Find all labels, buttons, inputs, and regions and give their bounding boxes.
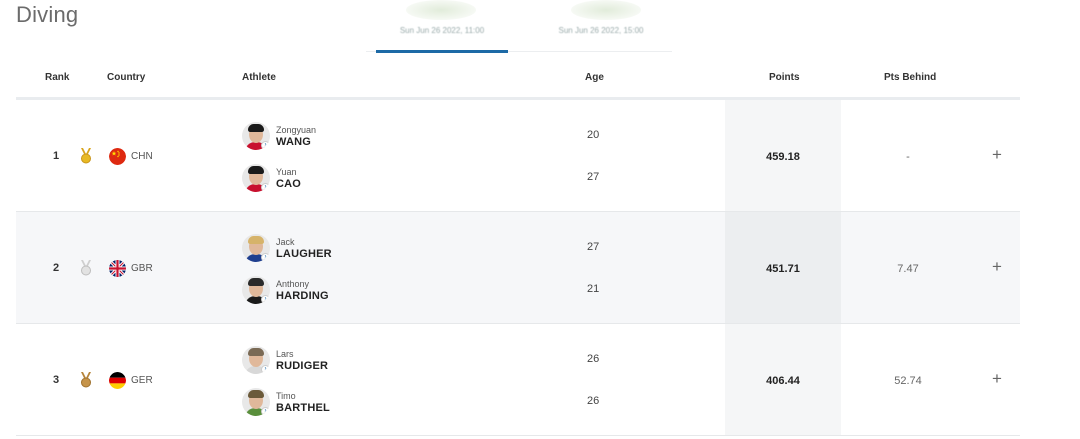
country-code: CHN [131,151,153,162]
uk-flag-icon [109,260,126,277]
athlete-last-name: RUDIGER [276,360,329,372]
athlete-last-name: HARDING [276,290,329,302]
tab-label: Sun Jun 26 2022, 15:00 [558,26,644,35]
rank: 2 [53,262,60,274]
points-value: 451.71 [766,263,800,275]
table-row[interactable]: 3 GER › Lars RUDIGER › Timo BARTHEL 26 2… [16,324,1020,436]
table-row[interactable]: 1 CHN › Zongyuan WANG › Yuan CAO 20 27 4… [16,100,1020,212]
pts-behind-value: 52.74 [894,375,922,387]
header-athlete: Athlete [242,72,276,83]
athlete-entry[interactable]: › Lars RUDIGER [242,346,482,376]
athlete-age: 26 [587,353,600,365]
expand-row-button[interactable]: + [989,145,1005,165]
link-icon: › [261,295,270,304]
expand-row-button[interactable]: + [989,257,1005,277]
athlete-age: 21 [587,283,600,295]
athlete-first-name: Zongyuan [276,125,317,135]
session-tabs: Sun Jun 26 2022, 11:00 Sun Jun 26 2022, … [366,0,672,53]
athlete-avatar: › [242,122,270,150]
tab-label: Sun Jun 26 2022, 11:00 [399,26,485,35]
link-icon: › [261,407,270,416]
silver-medal-icon [81,260,91,276]
athlete-last-name: CAO [276,178,302,190]
athlete-avatar: › [242,346,270,374]
athlete-age: 26 [587,395,600,407]
rank: 1 [53,150,60,162]
athlete-first-name: Timo [276,391,296,401]
athlete-last-name: LAUGHER [276,248,332,260]
athlete-first-name: Lars [276,349,294,359]
athlete-age: 27 [587,241,600,253]
athlete-first-name: Anthony [276,279,310,289]
germany-flag-icon [109,372,126,389]
tab-session-1[interactable]: Sun Jun 26 2022, 11:00 [376,0,508,53]
bronze-medal-icon [81,372,91,388]
athlete-last-name: BARTHEL [276,402,330,414]
table-row[interactable]: 2 GBR › Jack LAUGHER › Anthony HARDING 2… [16,212,1020,324]
link-icon: › [261,253,270,262]
athlete-entry[interactable]: › Zongyuan WANG [242,122,482,152]
expand-row-button[interactable]: + [989,369,1005,389]
gold-medal-icon [81,148,91,164]
pts-behind-value: 7.47 [897,263,919,275]
athlete-first-name: Jack [276,237,295,247]
header-points: Points [769,72,800,83]
china-flag-icon [109,148,126,165]
athlete-age: 20 [587,129,600,141]
link-icon: › [261,141,270,150]
link-icon: › [261,365,270,374]
athlete-first-name: Yuan [276,167,297,177]
country-code: GER [131,375,153,386]
link-icon: › [261,183,270,192]
header-country: Country [107,72,146,83]
tab-session-2[interactable]: Sun Jun 26 2022, 15:00 [536,0,666,52]
athlete-entry[interactable]: › Jack LAUGHER [242,234,482,264]
athlete-avatar: › [242,164,270,192]
points-value: 459.18 [766,151,800,163]
page-title: Diving [16,2,79,27]
athlete-entry[interactable]: › Timo BARTHEL [242,388,482,418]
results-table: Rank Country Athlete Age Points Pts Behi… [16,52,1020,436]
rank: 3 [53,374,60,386]
athlete-avatar: › [242,388,270,416]
athlete-avatar: › [242,276,270,304]
header-pts-behind: Pts Behind [884,72,937,83]
pts-behind-value: - [906,151,910,163]
athlete-entry[interactable]: › Anthony HARDING [242,276,482,306]
athlete-entry[interactable]: › Yuan CAO [242,164,482,194]
header-rank: Rank [45,72,70,83]
table-header: Rank Country Athlete Age Points Pts Behi… [16,52,1020,100]
header-age: Age [585,72,604,83]
athlete-last-name: WANG [276,136,312,148]
athlete-avatar: › [242,234,270,262]
athlete-age: 27 [587,171,600,183]
points-value: 406.44 [766,375,800,387]
country-code: GBR [131,263,153,274]
